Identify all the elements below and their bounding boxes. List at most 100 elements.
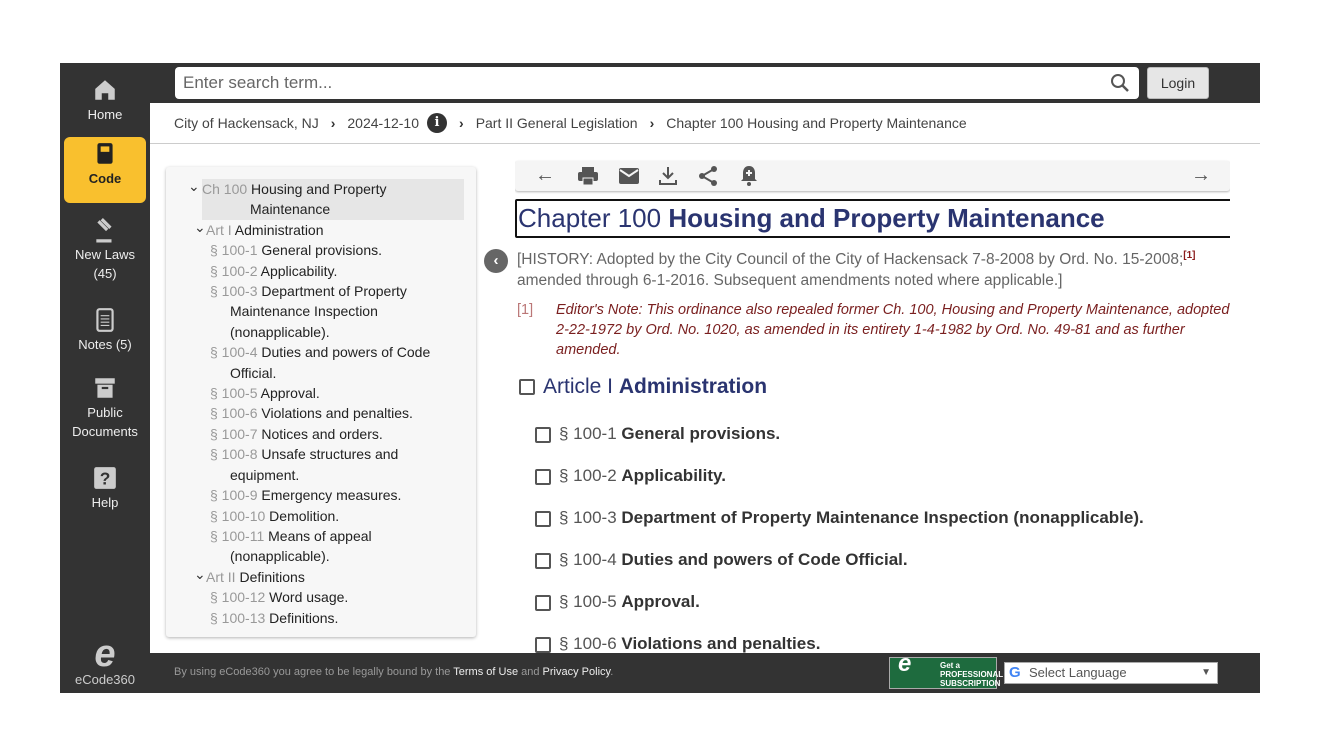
section-number: § 100-5 xyxy=(559,592,617,611)
section-checkbox[interactable] xyxy=(535,636,551,653)
info-icon[interactable]: i xyxy=(427,113,448,133)
search-icon[interactable] xyxy=(1110,73,1130,93)
footer-text: By using eCode360 you agree to be legall… xyxy=(174,666,454,678)
promo-text: SUBSCRIPTION xyxy=(940,679,1001,688)
history-note: [HISTORY: Adopted by the City Council of… xyxy=(517,245,1230,291)
toc-item[interactable]: § 100-12 Word usage. xyxy=(166,587,476,607)
history-text: [HISTORY: Adopted by the City Council of… xyxy=(517,251,1184,269)
chevron-down-icon[interactable]: ⌄ xyxy=(194,564,206,584)
sidebar-item-notes[interactable]: Notes (5) xyxy=(64,303,146,359)
section-item[interactable]: § 100-1 General provisions. xyxy=(535,424,780,444)
notification-bell-icon[interactable] xyxy=(740,165,758,187)
toc-title: Approval. xyxy=(260,385,320,402)
section-item[interactable]: § 100-3 Department of Property Maintenan… xyxy=(535,508,1144,528)
toolbar: ← → xyxy=(515,161,1230,191)
toc-item[interactable]: § 100-1 General provisions. xyxy=(166,240,476,260)
section-item[interactable]: § 100-5 Approval. xyxy=(535,592,700,612)
section-number: § 100-1 xyxy=(559,424,617,443)
section-checkbox[interactable] xyxy=(535,426,551,443)
nav-label: Code xyxy=(88,171,122,186)
toc-item[interactable]: § 100-5 Approval. xyxy=(166,383,476,403)
promo-text: PROFESSIONAL xyxy=(940,670,1004,679)
breadcrumb-chapter[interactable]: Chapter 100 Housing and Property Mainten… xyxy=(666,115,966,131)
ecode360-logo[interactable]: e eCode360 xyxy=(60,635,150,687)
chevron-down-icon[interactable]: ⌄ xyxy=(194,217,206,237)
top-bar: Login xyxy=(150,63,1260,103)
chevron-right-icon: › xyxy=(459,115,464,131)
login-button[interactable]: Login xyxy=(1147,67,1209,99)
terms-of-use-link[interactable]: Terms of Use xyxy=(453,666,518,678)
toc-item[interactable]: § 100-8 Unsafe structures and equipment. xyxy=(166,444,476,485)
professional-subscription-button[interactable]: e Get a PROFESSIONAL SUBSCRIPTION xyxy=(889,650,1003,689)
share-icon[interactable] xyxy=(698,166,718,186)
toc-item[interactable]: ⌄ Ch 100 Housing and Property Maintenance xyxy=(188,178,464,220)
promo-text: Get a xyxy=(940,661,961,670)
toc-number: § 100-3 xyxy=(210,283,258,300)
toc-item[interactable]: § 100-10 Demolition. xyxy=(166,506,476,526)
section-item[interactable]: § 100-2 Applicability. xyxy=(535,466,726,486)
download-icon[interactable] xyxy=(659,166,677,186)
section-checkbox[interactable] xyxy=(535,594,551,611)
email-icon[interactable] xyxy=(619,168,639,184)
ecode-logo-icon: e xyxy=(898,650,912,677)
breadcrumb: City of Hackensack, NJ › 2024-12-10 i › Par… xyxy=(150,103,1260,144)
toc-number: § 100-7 xyxy=(210,425,258,442)
history-text-2: amended through 6-1-2016. Subsequent ame… xyxy=(517,272,1063,290)
toc-number: Ch 100 xyxy=(202,181,248,197)
section-checkbox[interactable] xyxy=(535,552,551,569)
nav-label: Help xyxy=(91,495,119,510)
toc-item[interactable]: ⌄ Art II Definitions xyxy=(166,564,476,587)
section-checkbox[interactable] xyxy=(535,510,551,527)
section-title: Approval. xyxy=(621,592,700,611)
section-number: § 100-2 xyxy=(559,466,617,485)
main-content: ← → Chapter 100 Housing and Property Mai… xyxy=(515,159,1230,653)
sidebar-item-new-laws[interactable]: New Laws (45) xyxy=(64,213,146,291)
sidebar-item-code[interactable]: Code xyxy=(64,137,146,203)
toc-number: § 100-13 xyxy=(210,609,266,626)
section-title: Applicability. xyxy=(621,466,726,485)
sidebar: Home Code New Laws (45) Notes (5) Public … xyxy=(60,63,150,693)
sidebar-item-public-documents[interactable]: Public Documents xyxy=(64,371,146,447)
toc-title: Notices and orders. xyxy=(261,425,383,442)
breadcrumb-date[interactable]: 2024-12-10 xyxy=(347,115,419,131)
toc-item[interactable]: § 100-11 Means of appeal (nonapplicable)… xyxy=(166,526,476,567)
sidebar-item-home[interactable]: Home xyxy=(64,73,146,131)
print-icon[interactable] xyxy=(578,167,598,185)
toc-item[interactable]: ⌄ Art I Administration xyxy=(166,217,476,240)
forward-arrow-icon[interactable]: → xyxy=(1191,164,1211,187)
chapter-number: Chapter 100 xyxy=(518,203,662,233)
sidebar-item-help[interactable]: ? Help xyxy=(64,461,146,517)
collapse-toc-button[interactable]: ‹ xyxy=(484,249,508,273)
section-number: § 100-4 xyxy=(559,550,617,569)
toc-item[interactable]: § 100-2 Applicability. xyxy=(166,261,476,281)
toc-item[interactable]: § 100-4 Duties and powers of Code Offici… xyxy=(166,342,476,383)
toc-item[interactable]: § 100-7 Notices and orders. xyxy=(166,424,476,444)
language-label: Select Language xyxy=(1029,665,1127,680)
section-item[interactable]: § 100-4 Duties and powers of Code Offici… xyxy=(535,550,908,570)
toc-item[interactable]: § 100-9 Emergency measures. xyxy=(166,485,476,505)
note-text: Editor's Note: This ordinance also repea… xyxy=(556,302,1230,358)
toc-title: Applicability. xyxy=(260,262,338,279)
search-input[interactable] xyxy=(175,67,1139,99)
toc-title: General provisions. xyxy=(261,242,382,259)
language-select[interactable]: G Select Language ▼ xyxy=(1004,662,1218,684)
toc-item[interactable]: § 100-3 Department of Property Maintenan… xyxy=(166,281,476,342)
privacy-policy-link[interactable]: Privacy Policy xyxy=(543,666,611,678)
breadcrumb-part[interactable]: Part II General Legislation xyxy=(476,115,638,131)
toc-item[interactable]: § 100-6 Violations and penalties. xyxy=(166,403,476,423)
article-checkbox[interactable] xyxy=(519,379,535,396)
chevron-down-icon[interactable]: ⌄ xyxy=(188,176,200,196)
toc-item[interactable]: § 100-13 Definitions. xyxy=(166,608,476,628)
back-arrow-icon[interactable]: ← xyxy=(535,164,555,187)
footnote-link[interactable]: [1] xyxy=(1183,250,1195,261)
chevron-down-icon: ▼ xyxy=(1201,667,1211,678)
breadcrumb-city[interactable]: City of Hackensack, NJ xyxy=(174,115,319,131)
section-checkbox[interactable] xyxy=(535,468,551,485)
toc-title: Duties and powers of Code Official. xyxy=(230,344,431,381)
section-item[interactable]: § 100-6 Violations and penalties. xyxy=(535,634,820,653)
toc-title: Definitions. xyxy=(269,609,339,626)
home-icon xyxy=(95,80,115,100)
google-icon: G xyxy=(1009,664,1021,681)
editors-note: [1] Editor's Note: This ordinance also re… xyxy=(517,300,1230,360)
logo-text: eCode360 xyxy=(75,672,135,687)
